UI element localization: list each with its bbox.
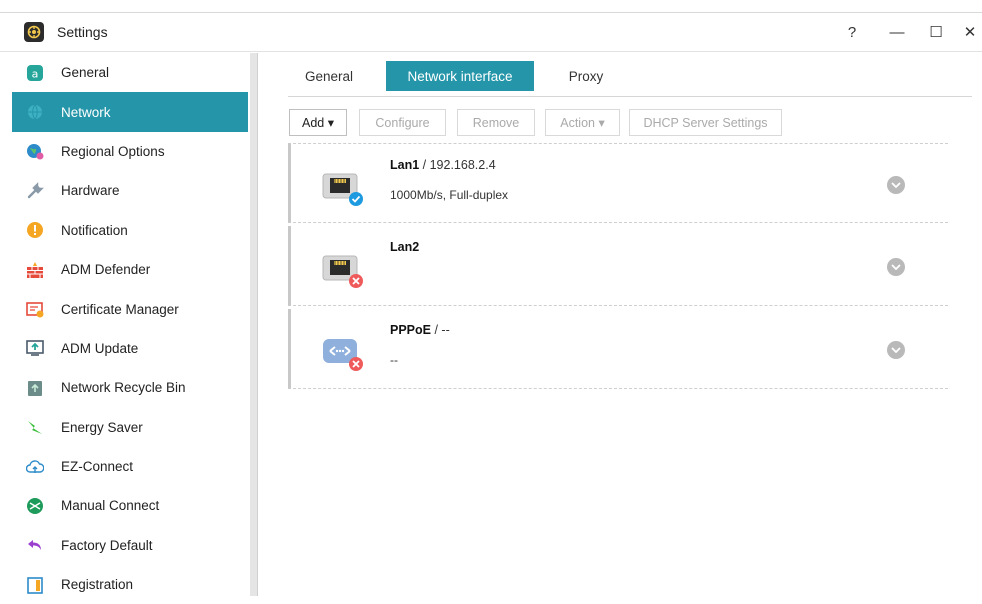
sidebar-item-general[interactable]: a General xyxy=(12,53,248,92)
interface-title: PPPoE / -- xyxy=(390,323,450,337)
dhcp-server-settings-button[interactable]: DHCP Server Settings xyxy=(629,109,782,136)
help-icon: ? xyxy=(847,23,857,41)
ethernet-port-icon xyxy=(321,164,365,208)
chevron-down-icon xyxy=(891,264,901,270)
minimize-icon: — xyxy=(889,23,905,41)
sidebar-item-label: EZ-Connect xyxy=(61,459,134,475)
expand-button[interactable] xyxy=(887,258,905,276)
sidebar-item-label: ADM Update xyxy=(61,340,139,356)
tab-general[interactable]: General xyxy=(288,61,370,91)
sidebar: a General Network Regional Options Hardw… xyxy=(12,53,248,596)
tab-proxy[interactable]: Proxy xyxy=(546,61,626,91)
sidebar-item-network-recycle-bin[interactable]: Network Recycle Bin xyxy=(12,368,248,407)
interface-ip: / -- xyxy=(431,323,450,337)
interface-detail: 1000Mb/s, Full-duplex xyxy=(390,188,509,202)
expand-button[interactable] xyxy=(887,341,905,359)
interface-row-lan1[interactable]: Lan1 / 192.168.2.4 1000Mb/s, Full-duplex xyxy=(288,143,948,223)
registration-icon xyxy=(25,575,45,595)
action-button[interactable]: Action ▾ xyxy=(545,109,620,136)
energy-icon xyxy=(25,417,45,437)
sidebar-item-registration[interactable]: Registration xyxy=(12,565,248,604)
settings-app-icon xyxy=(24,22,44,42)
network-icon xyxy=(25,102,45,122)
maximize-icon: ☐ xyxy=(929,24,943,41)
main-panel: General Network interface Proxy Add ▾ Co… xyxy=(258,53,982,596)
interface-title: Lan1 / 192.168.2.4 xyxy=(390,158,496,172)
settings-window: Settings ? — ☐ ✕ a General Network Regio… xyxy=(0,0,982,596)
manual-connect-icon xyxy=(25,496,45,516)
wrench-icon xyxy=(25,181,45,201)
update-icon xyxy=(25,338,45,358)
window-title: Settings xyxy=(57,24,108,40)
interface-row-pppoe[interactable]: PPPoE / -- -- xyxy=(288,309,948,389)
general-icon: a xyxy=(25,63,45,83)
interface-name: Lan1 xyxy=(390,158,420,172)
chevron-down-icon xyxy=(891,182,901,188)
sidebar-item-label: Network Recycle Bin xyxy=(61,380,186,396)
sidebar-scrollbar[interactable] xyxy=(250,53,258,596)
add-button[interactable]: Add ▾ xyxy=(289,109,347,136)
remove-button[interactable]: Remove xyxy=(457,109,535,136)
svg-text:a: a xyxy=(32,67,39,80)
help-button[interactable]: ? xyxy=(840,17,864,47)
globe-icon xyxy=(25,141,45,161)
alert-icon xyxy=(25,220,45,240)
sidebar-item-hardware[interactable]: Hardware xyxy=(12,171,248,210)
sidebar-item-ez-connect[interactable]: EZ-Connect xyxy=(12,447,248,486)
ethernet-port-icon xyxy=(321,246,365,290)
sidebar-item-label: Factory Default xyxy=(61,537,153,553)
sidebar-item-notification[interactable]: Notification xyxy=(12,211,248,250)
interface-row-lan2[interactable]: Lan2 xyxy=(288,226,948,306)
reset-icon xyxy=(25,535,45,555)
sidebar-item-label: Certificate Manager xyxy=(61,301,179,317)
sidebar-item-label: Energy Saver xyxy=(61,419,143,435)
cloud-icon xyxy=(25,457,45,477)
tab-bar: General Network interface Proxy xyxy=(288,61,972,97)
sidebar-item-label: Network xyxy=(61,104,111,120)
sidebar-item-network[interactable]: Network xyxy=(12,92,248,132)
interface-ip: / 192.168.2.4 xyxy=(419,158,496,172)
tab-network-interface[interactable]: Network interface xyxy=(386,61,534,91)
chevron-down-icon xyxy=(891,347,901,353)
sidebar-item-adm-defender[interactable]: ADM Defender xyxy=(12,250,248,289)
sidebar-item-factory-default[interactable]: Factory Default xyxy=(12,526,248,565)
firewall-icon xyxy=(25,260,45,280)
sidebar-item-adm-update[interactable]: ADM Update xyxy=(12,329,248,368)
interface-detail: -- xyxy=(390,353,398,367)
interface-title: Lan2 xyxy=(390,240,419,254)
configure-button[interactable]: Configure xyxy=(359,109,446,136)
sidebar-item-energy-saver[interactable]: Energy Saver xyxy=(12,408,248,447)
sidebar-item-label: Hardware xyxy=(61,183,120,199)
sidebar-item-certificate-manager[interactable]: Certificate Manager xyxy=(12,289,248,328)
sidebar-item-label: Regional Options xyxy=(61,143,165,159)
expand-button[interactable] xyxy=(887,176,905,194)
sidebar-item-manual-connect[interactable]: Manual Connect xyxy=(12,486,248,525)
sidebar-item-label: General xyxy=(61,65,110,81)
pppoe-icon xyxy=(321,329,365,373)
minimize-button[interactable]: — xyxy=(885,17,909,47)
interface-name: Lan2 xyxy=(390,240,420,254)
sidebar-item-label: Registration xyxy=(61,577,134,593)
recycle-bin-icon xyxy=(25,378,45,398)
sidebar-item-label: Notification xyxy=(61,222,128,238)
title-bar: Settings ? — ☐ ✕ xyxy=(0,12,982,52)
close-icon: ✕ xyxy=(963,24,977,41)
certificate-icon xyxy=(25,299,45,319)
interface-name: PPPoE xyxy=(390,323,431,337)
sidebar-item-regional-options[interactable]: Regional Options xyxy=(12,132,248,171)
sidebar-item-label: ADM Defender xyxy=(61,262,151,278)
sidebar-item-label: Manual Connect xyxy=(61,498,160,514)
maximize-button[interactable]: ☐ xyxy=(924,17,948,47)
close-button[interactable]: ✕ xyxy=(958,17,982,47)
